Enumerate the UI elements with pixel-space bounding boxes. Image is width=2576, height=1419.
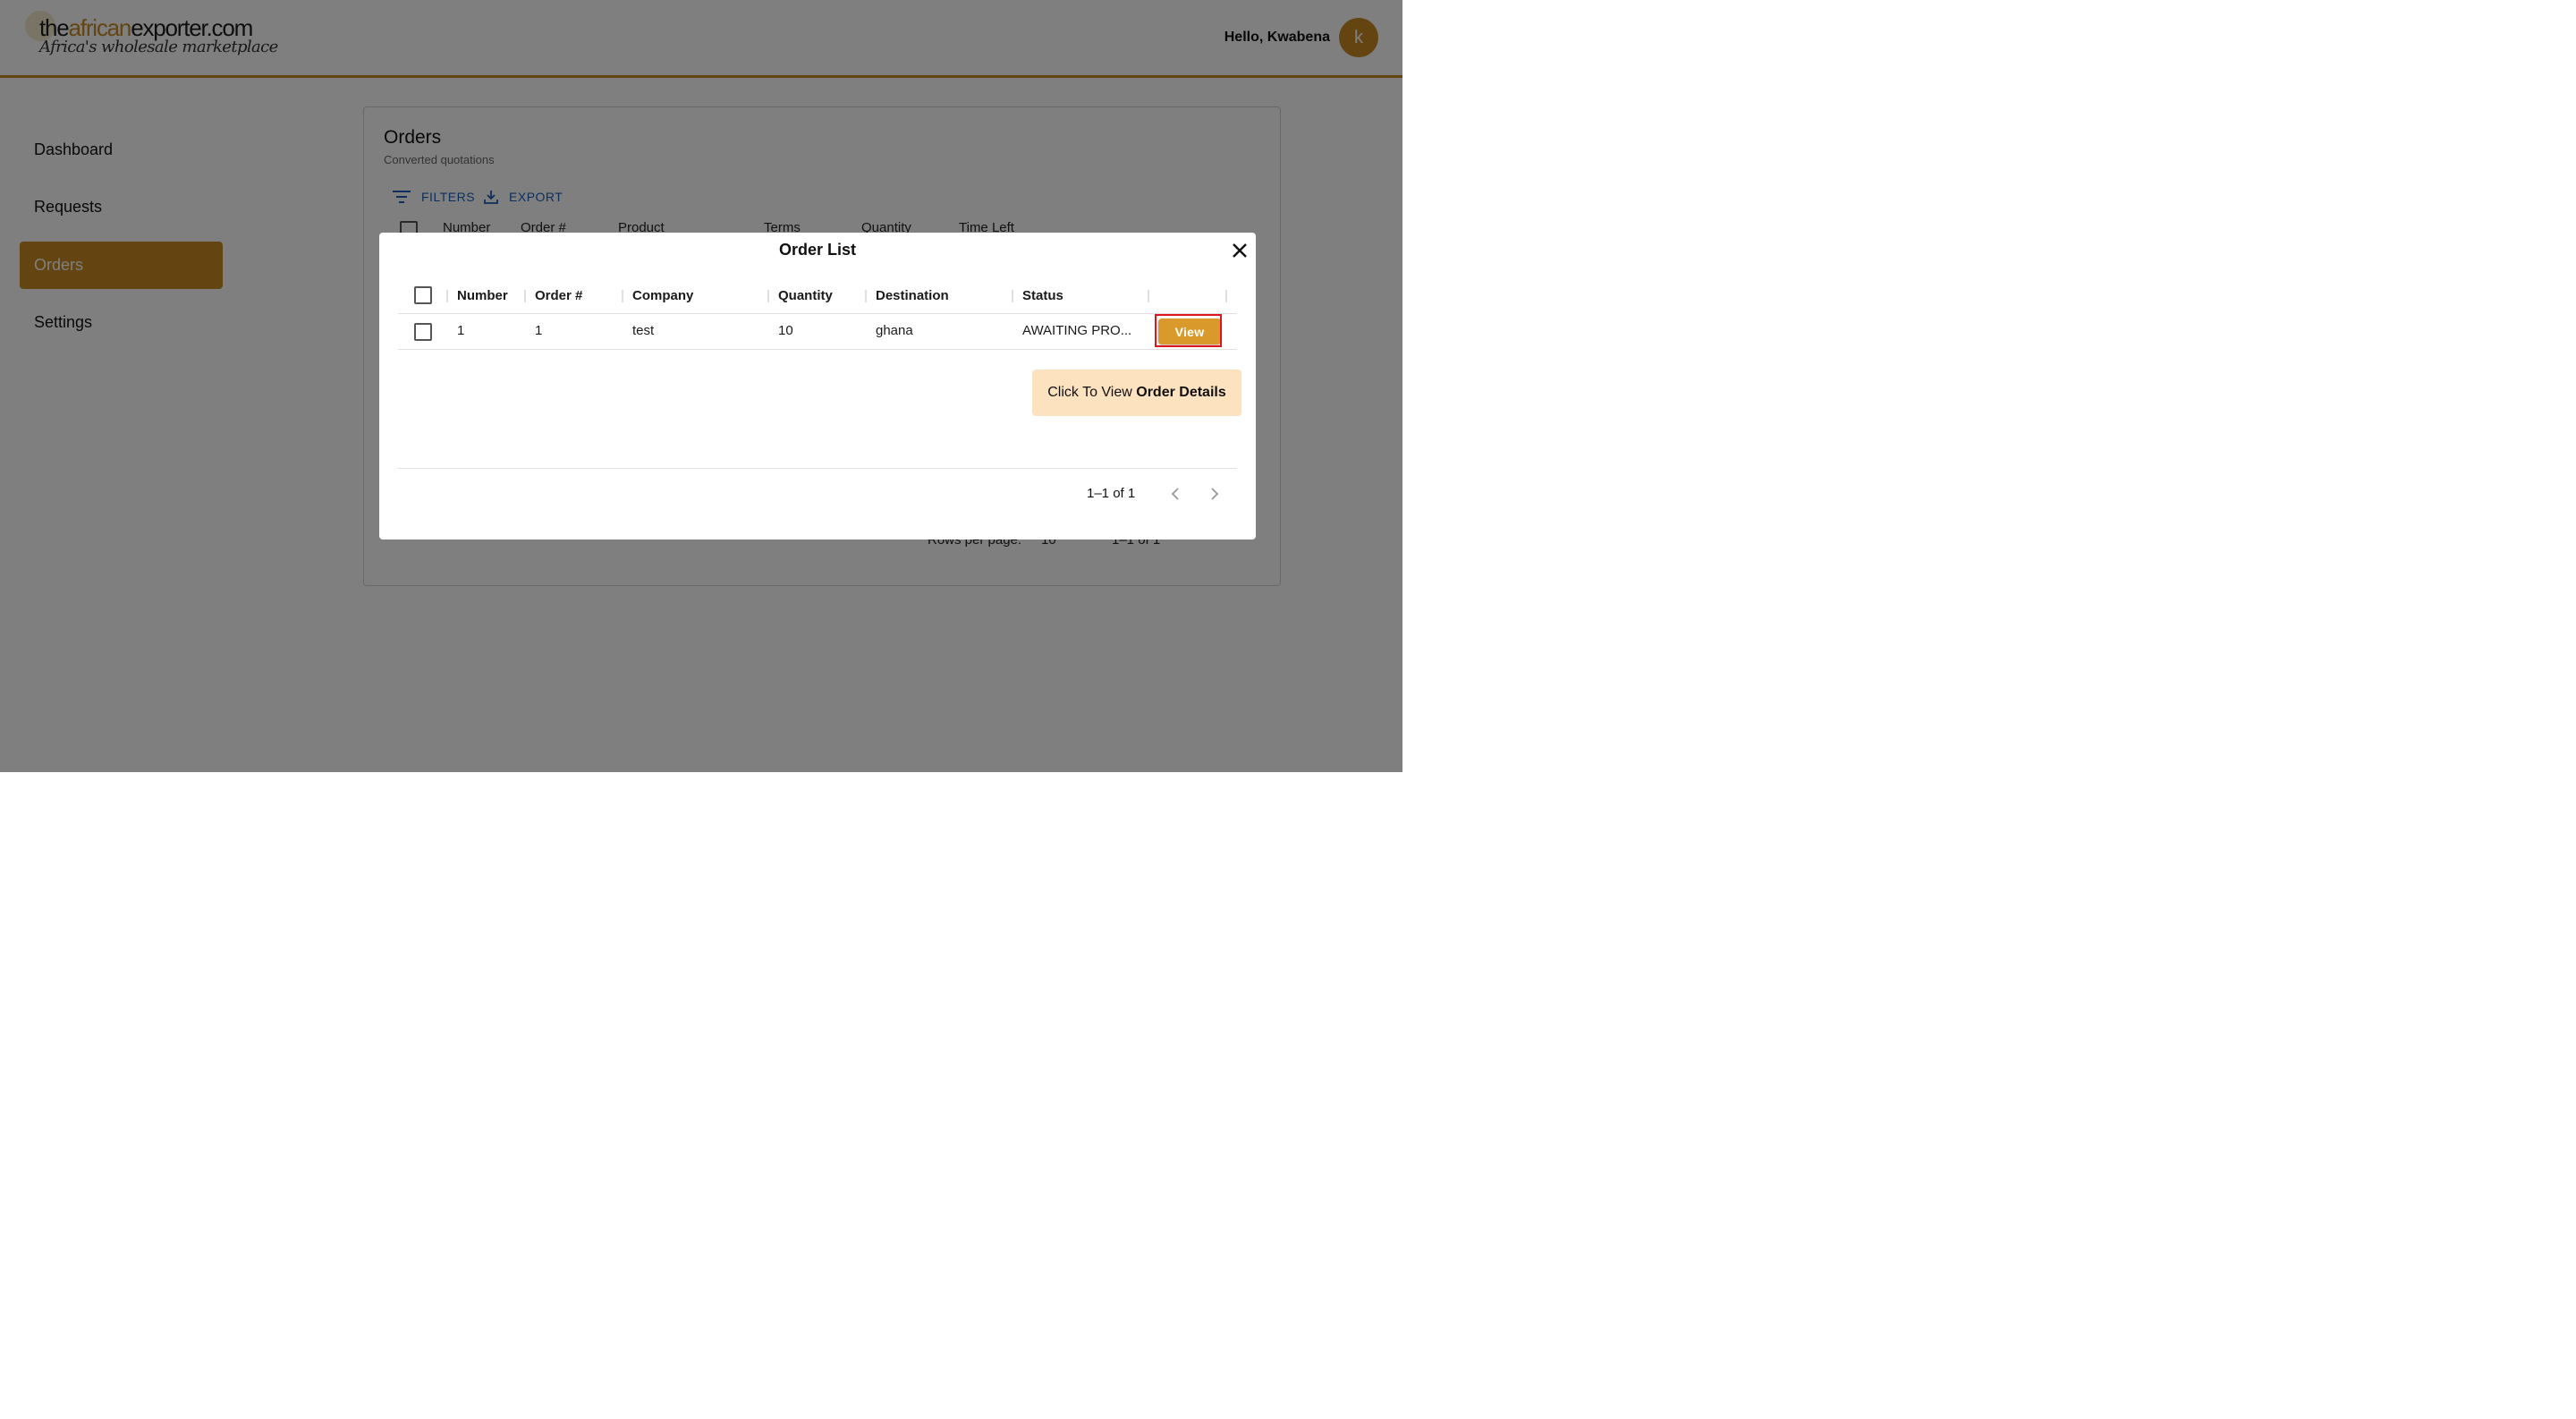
pagination-text: 1–1 of 1 (1087, 486, 1136, 501)
next-page-button[interactable] (1206, 485, 1224, 503)
column-header-company[interactable]: Company (632, 279, 693, 313)
select-all-checkbox[interactable] (414, 286, 432, 304)
close-button[interactable] (1229, 240, 1250, 261)
close-icon (1233, 243, 1247, 258)
cell-number: 1 (457, 323, 465, 338)
chevron-right-icon (1211, 488, 1219, 500)
view-order-button[interactable]: View (1158, 319, 1221, 344)
column-separator[interactable] (1012, 290, 1013, 302)
previous-page-button[interactable] (1166, 485, 1184, 503)
app-page: theafricanexporter.com Africa's wholesal… (0, 0, 1402, 772)
column-separator[interactable] (767, 290, 769, 302)
table-row[interactable]: 1 1 test 10 ghana AWAITING PRO... View (398, 314, 1237, 350)
chevron-left-icon (1171, 488, 1179, 500)
grid-footer-divider (398, 468, 1237, 469)
column-header-quantity[interactable]: Quantity (778, 279, 833, 313)
cell-order: 1 (535, 323, 543, 338)
row-checkbox[interactable] (414, 323, 432, 341)
column-header-number[interactable]: Number (457, 279, 508, 313)
cell-quantity: 10 (778, 323, 793, 338)
tooltip-bold-text: Order Details (1136, 385, 1226, 400)
column-header-status[interactable]: Status (1022, 279, 1063, 313)
column-separator[interactable] (865, 290, 867, 302)
order-list-dialog: Order List Number Order # Company Quanti… (379, 233, 1256, 540)
grid-header-row: Number Order # Company Quantity Destinat… (398, 279, 1237, 314)
column-separator[interactable] (622, 290, 623, 302)
column-separator[interactable] (1225, 290, 1227, 302)
cell-status: AWAITING PRO... (1022, 323, 1132, 338)
view-order-tooltip: Click To View Order Details (1032, 370, 1241, 416)
cell-destination: ghana (876, 323, 913, 338)
column-separator[interactable] (446, 290, 448, 302)
dialog-title: Order List (778, 241, 857, 259)
cell-company: test (632, 323, 655, 338)
column-header-order[interactable]: Order # (535, 279, 582, 313)
column-separator[interactable] (524, 290, 526, 302)
tooltip-text: Click To View (1047, 385, 1137, 400)
column-header-destination[interactable]: Destination (876, 279, 949, 313)
column-separator[interactable] (1148, 290, 1149, 302)
